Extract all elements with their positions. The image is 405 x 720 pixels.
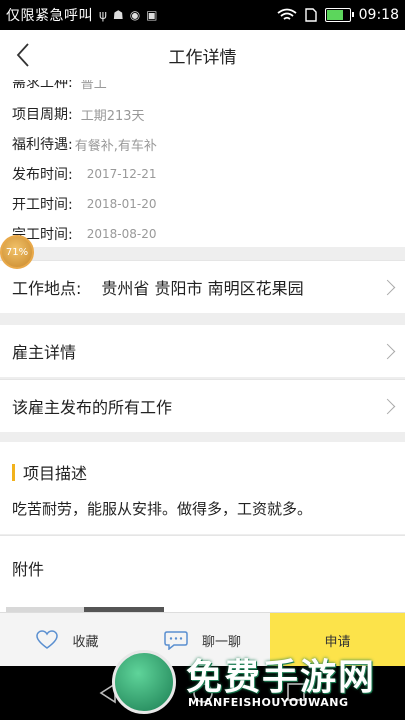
sim-icon [304, 8, 317, 22]
android-debug-icon: ☗ [112, 8, 124, 22]
info-row-welfare: 福利待遇: 有餐补,有车补 [12, 132, 157, 156]
site-watermark: 免费手游网 MIANFEISHOUYOUWANG [112, 644, 402, 720]
employer-all-jobs-label: 该雇主发布的所有工作 [12, 398, 173, 417]
attachments-section: 附件 [0, 535, 405, 608]
info-label: 项目周期: [12, 107, 73, 123]
floating-progress-badge[interactable]: 71% [0, 235, 34, 269]
back-button[interactable] [8, 38, 38, 72]
app-header: 工作详情 [0, 30, 405, 80]
info-label: 发布时间: [12, 167, 73, 183]
info-row-end: 完工时间: 2018-08-20 [12, 222, 156, 246]
info-label: 需求工种: [12, 80, 73, 91]
info-value: 2017-12-21 [86, 167, 157, 181]
back-chevron-icon [16, 43, 29, 67]
info-label: 福利待遇: [12, 137, 73, 153]
chevron-right-icon [379, 343, 396, 359]
employer-details-row[interactable]: 雇主详情 [0, 325, 405, 377]
project-description-section: 项目描述 吃苦耐劳，能服从安排。做得多，工资就多。 [0, 442, 405, 534]
info-value: 有餐补,有车补 [74, 138, 157, 154]
info-row-start: 开工时间: 2018-01-20 [12, 192, 156, 216]
work-location-value: 贵州省 贵阳市 南明区花果园 [101, 279, 304, 298]
battery-icon [324, 8, 354, 22]
status-bar: 仅限紧急呼叫 ψ ☗ ◉ ▣ 09:18 [0, 0, 405, 30]
image-icon: ▣ [146, 8, 158, 22]
info-value: 工期213天 [80, 108, 145, 124]
chevron-right-icon [379, 398, 396, 414]
watermark-logo-icon [112, 650, 176, 714]
carrier-label: 仅限紧急呼叫 [6, 8, 93, 24]
info-value: 2018-08-20 [86, 227, 157, 241]
description-text: 吃苦耐劳，能服从安排。做得多，工资就多。 [12, 500, 313, 518]
work-location-label: 工作地点: [12, 279, 82, 298]
clock: 09:18 [358, 7, 399, 23]
app-icon: ◉ [129, 8, 141, 22]
employer-all-jobs-row[interactable]: 该雇主发布的所有工作 [0, 379, 405, 432]
watermark-title: 免费手游网 [186, 657, 377, 698]
employer-details-label: 雇主详情 [12, 343, 77, 362]
info-value: 2018-01-20 [86, 197, 157, 211]
section-heading: 项目描述 [12, 460, 87, 484]
watermark-subtitle: MIANFEISHOUYOUWANG [188, 696, 349, 709]
job-info-section: 需求工种: 普工 项目周期: 工期213天 福利待遇: 有餐补,有车补 发布时间… [0, 80, 405, 247]
wifi-icon [277, 8, 297, 20]
info-value: 普工 [80, 80, 107, 92]
notification-icons: ψ ☗ ◉ ▣ [99, 8, 158, 22]
info-row-period: 项目周期: 工期213天 [12, 102, 145, 126]
favorite-label: 收藏 [72, 634, 99, 650]
chevron-right-icon [379, 279, 396, 295]
description-heading: 项目描述 [23, 464, 88, 483]
usb-icon: ψ [99, 8, 107, 22]
heading-accent-bar [12, 463, 15, 481]
work-location-row[interactable]: 工作地点: 贵州省 贵阳市 南明区花果园 [0, 260, 405, 313]
info-row-published: 发布时间: 2017-12-21 [12, 162, 156, 186]
heart-icon [36, 630, 59, 650]
attachments-heading: 附件 [12, 560, 45, 579]
page-title: 工作详情 [168, 47, 237, 68]
info-label: 开工时间: [12, 197, 73, 213]
info-row-worktype: 需求工种: 普工 [12, 80, 107, 94]
